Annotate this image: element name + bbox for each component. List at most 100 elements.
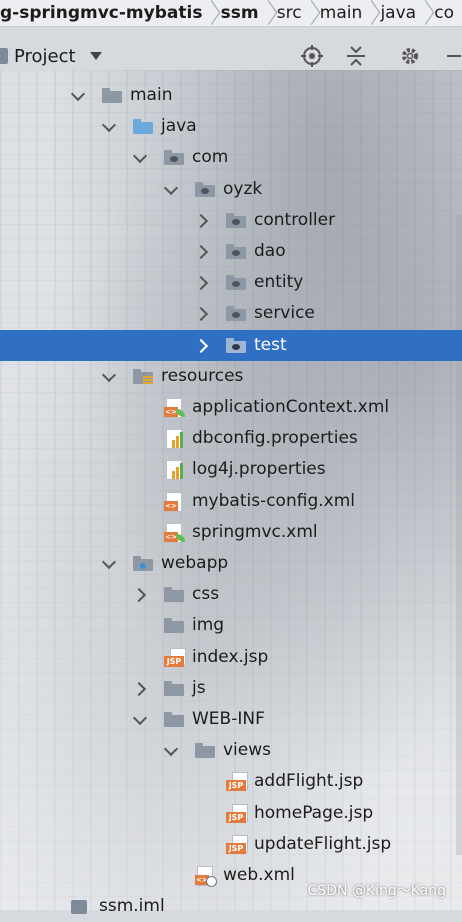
folder-icon (164, 712, 184, 727)
chevron-down-icon[interactable] (72, 89, 84, 101)
chevron-right-icon[interactable] (134, 682, 146, 694)
tree-node-label: com (192, 147, 229, 167)
tree-node-js[interactable]: js (0, 673, 462, 704)
breadcrumb-main[interactable]: main (312, 0, 370, 26)
tree-node-label: dbconfig.properties (192, 428, 358, 448)
jsp-file-icon: JSP (226, 804, 248, 824)
chevron-right-icon[interactable] (196, 214, 208, 226)
tree-node-com[interactable]: com (0, 142, 462, 173)
tree-node-label: main (130, 85, 173, 105)
folder-icon (164, 681, 184, 696)
tree-node-java[interactable]: java (0, 111, 462, 142)
package-icon (164, 150, 184, 165)
minimize-icon[interactable] (440, 44, 462, 68)
tree-node-label: service (254, 303, 315, 323)
folder-icon (195, 743, 215, 758)
chevron-down-icon[interactable] (103, 370, 115, 382)
tree-node-label: log4j.properties (192, 459, 326, 479)
tree-node-index-jsp[interactable]: JSP index.jsp (0, 642, 462, 673)
package-icon (226, 275, 246, 290)
tree-node-label: css (192, 584, 220, 604)
tree-node-label: java (161, 116, 197, 136)
tree-node-label: homePage.jsp (254, 803, 374, 823)
tree-node-css[interactable]: css (0, 579, 462, 610)
resources-folder-icon (133, 369, 153, 385)
tree-node-log4j-properties[interactable]: log4j.properties (0, 454, 462, 485)
tree-node-dao[interactable]: dao (0, 236, 462, 267)
tree-node-homepage-jsp[interactable]: JSP homePage.jsp (0, 798, 462, 829)
properties-file-icon (164, 460, 186, 480)
project-toolbar: Project (0, 38, 462, 74)
chevron-right-icon[interactable] (196, 307, 208, 319)
chevron-down-icon[interactable] (103, 120, 115, 132)
chevron-down-icon[interactable] (134, 713, 146, 725)
tree-node-main[interactable]: main (0, 80, 462, 111)
module-file-icon (71, 900, 87, 914)
tree-node-controller[interactable]: controller (0, 205, 462, 236)
tree-node-label: webapp (161, 553, 229, 573)
folder-icon (164, 587, 184, 602)
tree-node-label: springmvc.xml (192, 522, 318, 542)
web-xml-icon: <> (195, 866, 217, 887)
gear-icon[interactable] (398, 44, 422, 68)
jsp-file-icon: JSP (226, 835, 248, 855)
chevron-right-icon[interactable] (134, 588, 146, 600)
tree-node-views[interactable]: views (0, 735, 462, 766)
chevron-down-icon[interactable] (134, 151, 146, 163)
breadcrumb-separator (267, 0, 269, 26)
web-folder-icon (133, 556, 153, 571)
breadcrumb-project[interactable]: g-springmvc-mybatis (0, 0, 210, 26)
tree-node-mybatis-config-xml[interactable]: <> mybatis-config.xml (0, 486, 462, 517)
chevron-right-icon[interactable] (196, 245, 208, 257)
tree-node-label: mybatis-config.xml (192, 491, 355, 511)
tree-node-label: applicationContext.xml (192, 397, 390, 417)
tree-node-label: entity (254, 272, 304, 292)
properties-file-icon (164, 429, 186, 449)
breadcrumb: g-springmvc-mybatis ssm src main java co (0, 0, 462, 27)
tree-node-entity[interactable]: entity (0, 267, 462, 298)
chevron-down-icon[interactable] (165, 183, 177, 195)
tree-node-test[interactable]: test (0, 330, 462, 361)
package-icon (226, 306, 246, 321)
collapse-all-icon[interactable] (344, 44, 368, 68)
project-view-icon (0, 48, 8, 64)
project-view-title[interactable]: Project (14, 46, 76, 67)
watermark: CSDN @King～Kang (307, 883, 446, 899)
tree-node-label: index.jsp (192, 647, 269, 667)
tree-node-label: oyzk (223, 179, 263, 199)
breadcrumb-separator (310, 0, 312, 26)
chevron-right-icon[interactable] (196, 276, 208, 288)
locate-icon[interactable] (300, 44, 324, 68)
tree-node-label: WEB-INF (192, 709, 265, 729)
spring-xml-icon: <> (164, 523, 186, 543)
tree-node-oyzk[interactable]: oyzk (0, 174, 462, 205)
tree-node-applicationcontext-xml[interactable]: <> applicationContext.xml (0, 392, 462, 423)
breadcrumb-separator (210, 0, 212, 26)
tree-node-label: resources (161, 366, 244, 386)
tree-node-web-inf[interactable]: WEB-INF (0, 704, 462, 735)
jsp-file-icon: JSP (226, 772, 248, 792)
breadcrumb-module[interactable]: ssm (213, 0, 267, 26)
tree-node-img[interactable]: img (0, 610, 462, 641)
tree-node-label: test (254, 335, 287, 355)
breadcrumb-separator (370, 0, 372, 26)
chevron-right-icon[interactable] (196, 339, 208, 351)
tree-node-webapp[interactable]: webapp (0, 548, 462, 579)
tree-node-resources[interactable]: resources (0, 361, 462, 392)
chevron-down-icon[interactable] (89, 52, 102, 60)
jsp-file-icon: JSP (164, 648, 186, 668)
tree-node-label: img (192, 615, 225, 635)
source-folder-icon (133, 119, 153, 134)
spring-xml-icon: <> (164, 398, 186, 418)
tree-node-springmvc-xml[interactable]: <> springmvc.xml (0, 517, 462, 548)
tree-node-service[interactable]: service (0, 298, 462, 329)
tree-node-label: dao (254, 241, 286, 261)
tree-node-addflight-jsp[interactable]: JSP addFlight.jsp (0, 766, 462, 797)
package-icon (226, 244, 246, 259)
chevron-down-icon[interactable] (165, 744, 177, 756)
tree-node-dbconfig-properties[interactable]: dbconfig.properties (0, 423, 462, 454)
breadcrumb-separator (424, 0, 426, 26)
tree-node-updateflight-jsp[interactable]: JSP updateFlight.jsp (0, 829, 462, 860)
chevron-down-icon[interactable] (103, 557, 115, 569)
tree-node-label: views (223, 740, 272, 760)
